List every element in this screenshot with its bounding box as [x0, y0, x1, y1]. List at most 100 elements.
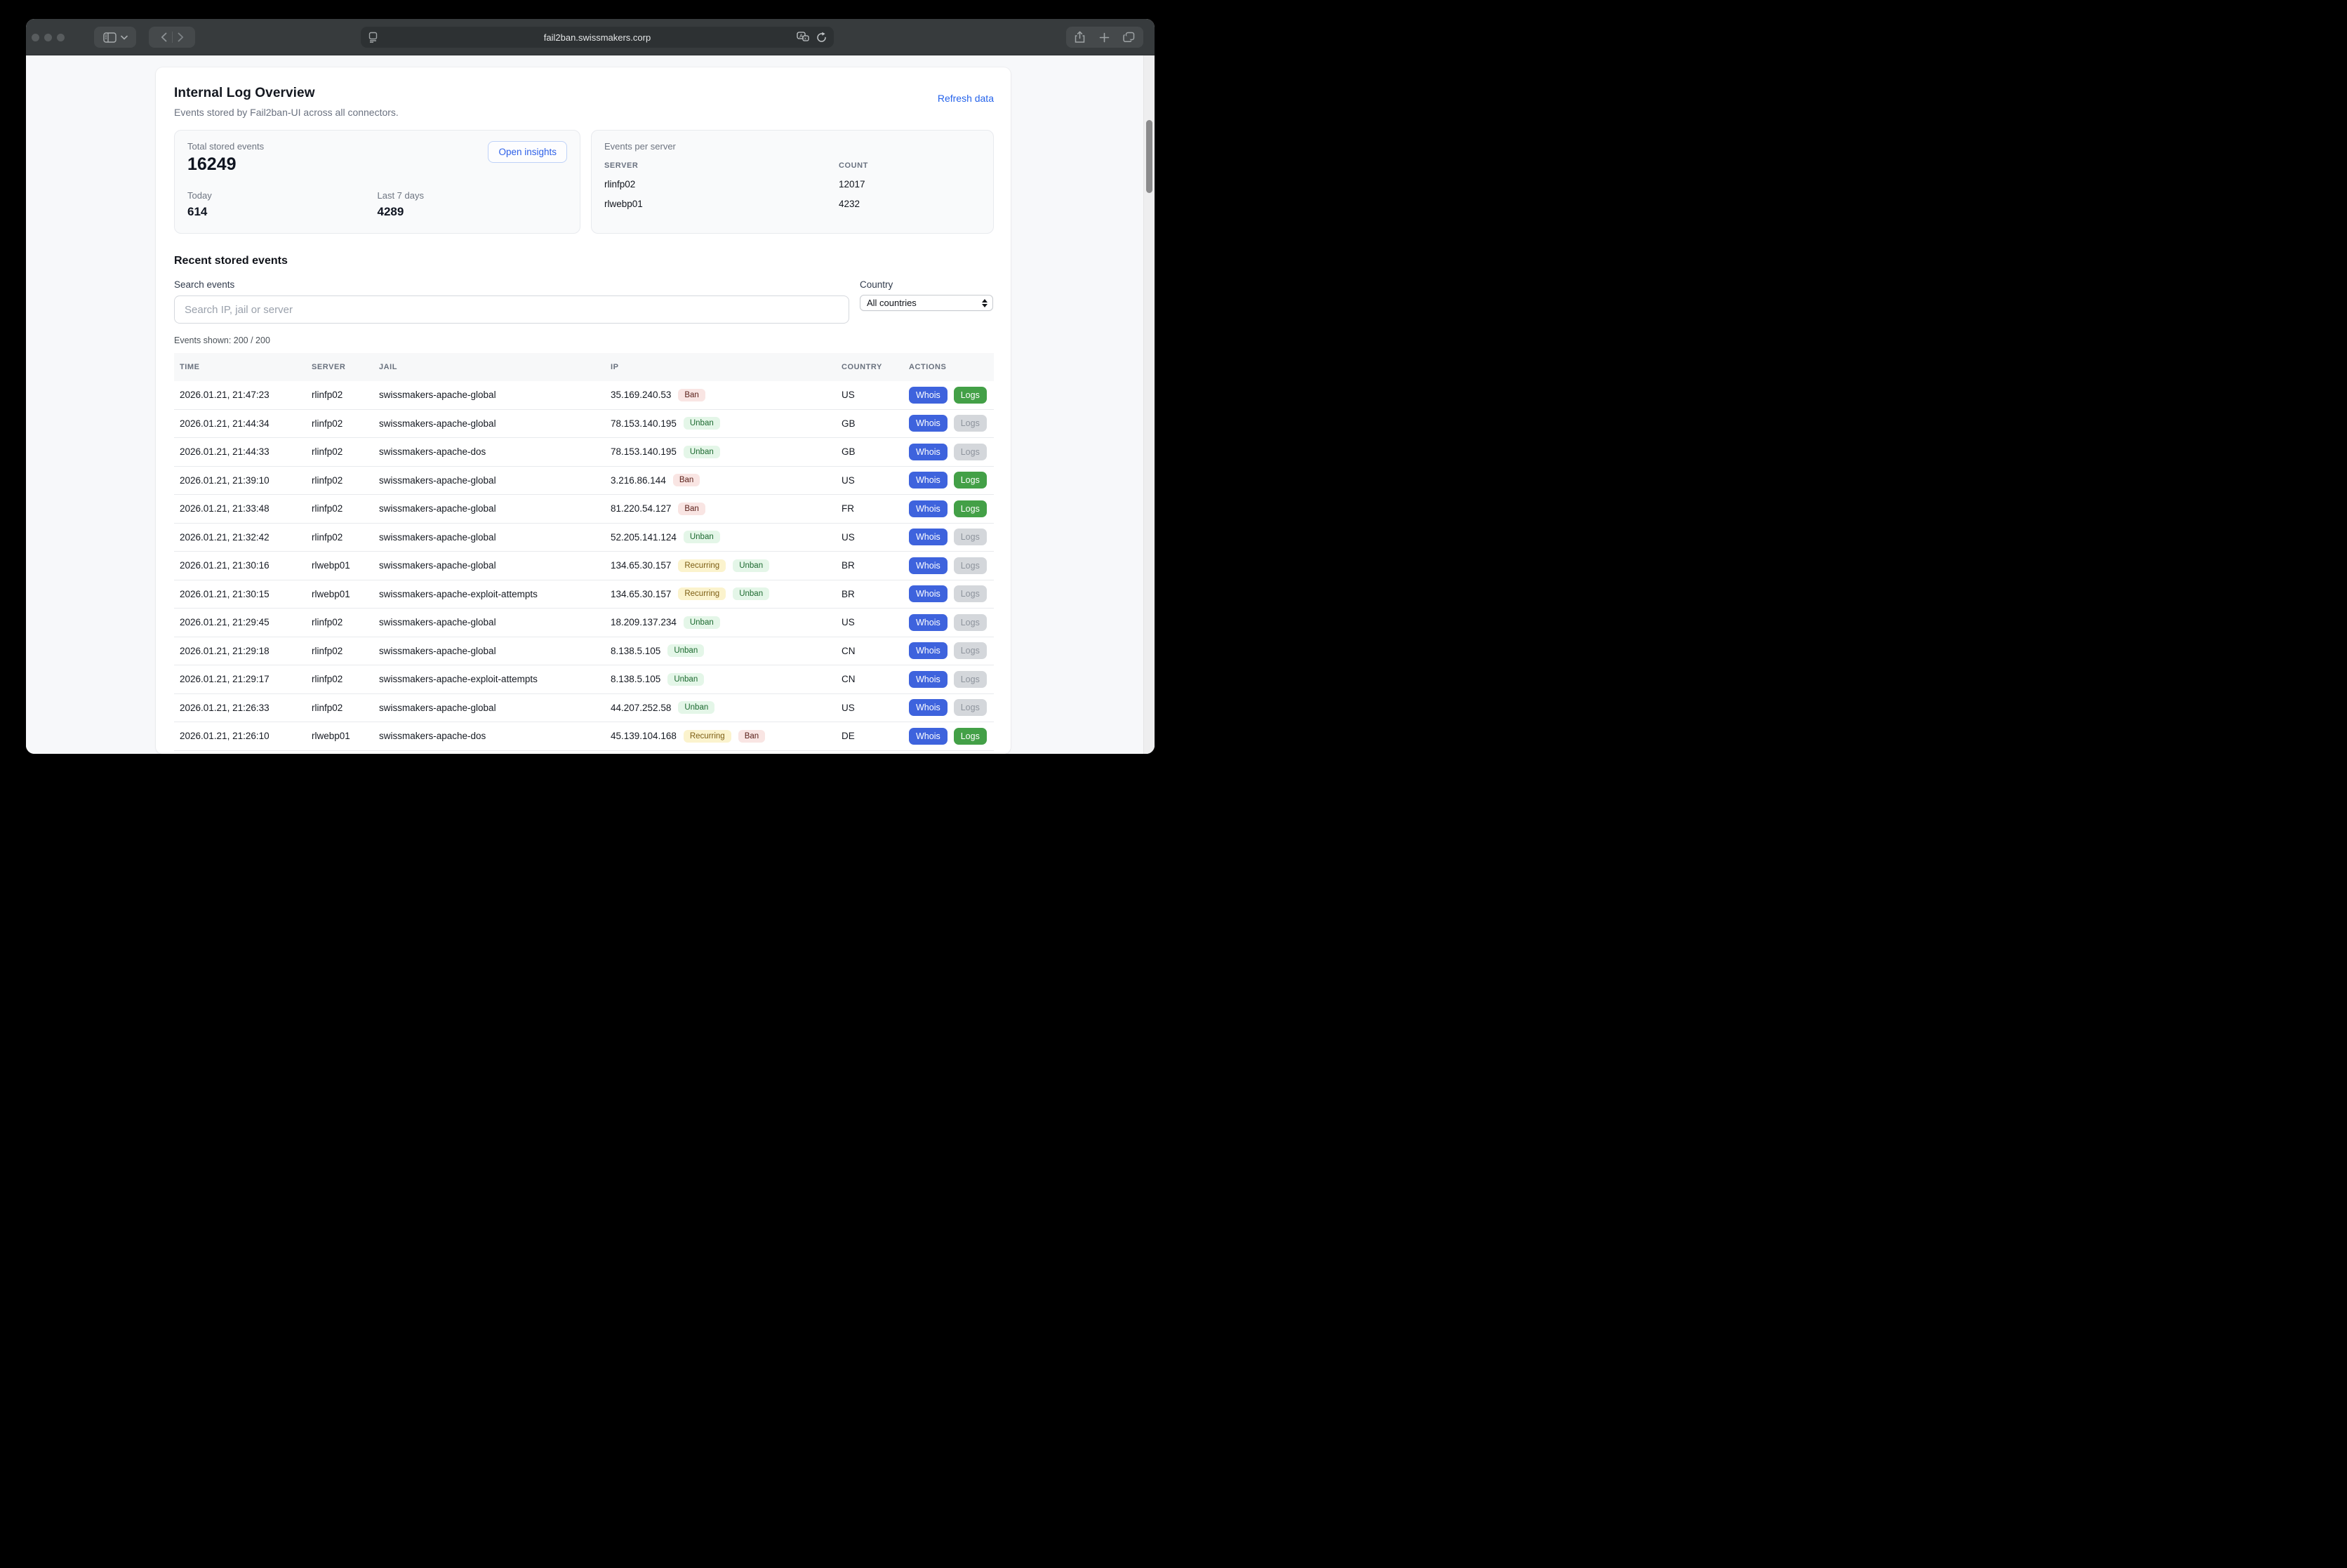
reload-icon[interactable] [816, 32, 827, 43]
event-ip: 8.138.5.105 [611, 674, 660, 684]
event-jail: swissmakers-apache-dos [379, 731, 611, 741]
whois-button[interactable]: Whois [909, 472, 948, 489]
logs-button[interactable]: Logs [954, 699, 987, 716]
search-input[interactable] [174, 295, 849, 324]
forward-button[interactable] [178, 32, 184, 42]
event-ip: 81.220.54.127 [611, 503, 671, 514]
event-jail: swissmakers-apache-global [379, 646, 611, 656]
whois-button[interactable]: Whois [909, 387, 948, 404]
logs-button[interactable]: Logs [954, 387, 987, 404]
translate-icon[interactable]: Ax [797, 32, 809, 43]
toolbar-right-group [1066, 27, 1143, 48]
open-insights-button[interactable]: Open insights [488, 141, 567, 163]
server-count: 12017 [839, 179, 980, 190]
logs-button[interactable]: Logs [954, 500, 987, 517]
events-table-header: TIME SERVER JAIL IP COUNTRY ACTIONS [174, 353, 994, 381]
event-jail: swissmakers-apache-global [379, 418, 611, 429]
event-actions: Whois Logs [909, 557, 994, 574]
event-server: rlinfp02 [312, 390, 379, 400]
window-controls [32, 19, 65, 55]
whois-button[interactable]: Whois [909, 699, 948, 716]
scrollbar-thumb[interactable] [1146, 120, 1152, 193]
sidebar-toggle-button[interactable] [94, 27, 136, 48]
event-jail: swissmakers-apache-global [379, 560, 611, 571]
logs-button[interactable]: Logs [954, 614, 987, 631]
tab-overview-icon[interactable] [1123, 32, 1135, 43]
event-server: rlwebp01 [312, 589, 379, 599]
event-time: 2026.01.21, 21:30:16 [180, 560, 312, 571]
svg-text:A: A [799, 32, 803, 39]
total-events-card: Total stored events 16249 Open insights … [174, 130, 580, 234]
event-actions: Whois Logs [909, 444, 994, 460]
whois-button[interactable]: Whois [909, 529, 948, 545]
col-header-server: SERVER [312, 363, 379, 371]
select-chevrons-icon [982, 299, 988, 307]
logs-button[interactable]: Logs [954, 642, 987, 659]
table-row: 2026.01.21, 21:44:34rlinfp02swissmakers-… [174, 410, 994, 439]
whois-button[interactable]: Whois [909, 728, 948, 745]
refresh-data-link[interactable]: Refresh data [938, 93, 994, 104]
event-ip-cell: 45.139.104.168RecurringBan [611, 730, 842, 743]
logs-button[interactable]: Logs [954, 671, 987, 688]
recurring-badge: Recurring [678, 587, 726, 600]
events-table: TIME SERVER JAIL IP COUNTRY ACTIONS 2026… [174, 353, 994, 751]
total-events-label: Total stored events [187, 141, 264, 152]
recurring-badge: Recurring [684, 730, 731, 743]
zoom-window-button[interactable] [57, 34, 65, 41]
event-ip-cell: 81.220.54.127Ban [611, 503, 842, 515]
recurring-badge: Recurring [678, 559, 726, 572]
event-server: rlinfp02 [312, 446, 379, 457]
event-country: GB [842, 446, 909, 457]
address-bar[interactable]: fail2ban.swissmakers.corp Ax [361, 27, 834, 48]
event-ip: 8.138.5.105 [611, 646, 660, 656]
event-jail: swissmakers-apache-global [379, 532, 611, 543]
event-ip: 134.65.30.157 [611, 560, 671, 571]
event-actions: Whois Logs [909, 472, 994, 489]
country-select-value: All countries [867, 298, 982, 308]
country-select[interactable]: All countries [860, 295, 993, 311]
new-tab-icon[interactable] [1099, 32, 1110, 43]
event-ip-cell: 8.138.5.105 Unban [611, 644, 842, 657]
back-button[interactable] [161, 32, 167, 42]
event-ip: 78.153.140.195 [611, 418, 677, 429]
logs-button[interactable]: Logs [954, 472, 987, 489]
event-server: rlinfp02 [312, 503, 379, 514]
whois-button[interactable]: Whois [909, 415, 948, 432]
whois-button[interactable]: Whois [909, 614, 948, 631]
logs-button[interactable]: Logs [954, 529, 987, 545]
event-jail: swissmakers-apache-global [379, 703, 611, 713]
chevron-down-icon [121, 35, 128, 40]
whois-button[interactable]: Whois [909, 585, 948, 602]
logs-button[interactable]: Logs [954, 728, 987, 745]
last-7-days-label: Last 7 days [378, 190, 568, 201]
event-time: 2026.01.21, 21:26:10 [180, 731, 312, 741]
whois-button[interactable]: Whois [909, 444, 948, 460]
total-events-value: 16249 [187, 154, 264, 175]
unban-badge: Unban [684, 446, 720, 458]
whois-button[interactable]: Whois [909, 671, 948, 688]
close-window-button[interactable] [32, 34, 39, 41]
event-time: 2026.01.21, 21:29:45 [180, 617, 312, 627]
logs-button[interactable]: Logs [954, 585, 987, 602]
event-country: US [842, 703, 909, 713]
unban-badge: Unban [684, 616, 720, 629]
logs-button[interactable]: Logs [954, 415, 987, 432]
event-jail: swissmakers-apache-global [379, 390, 611, 400]
whois-button[interactable]: Whois [909, 500, 948, 517]
scrollbar-track[interactable] [1143, 55, 1155, 754]
table-row: 2026.01.21, 21:32:42rlinfp02swissmakers-… [174, 524, 994, 552]
event-country: US [842, 475, 909, 486]
event-jail: swissmakers-apache-global [379, 503, 611, 514]
share-icon[interactable] [1075, 31, 1085, 44]
logs-button[interactable]: Logs [954, 444, 987, 460]
event-server: rlinfp02 [312, 703, 379, 713]
whois-button[interactable]: Whois [909, 642, 948, 659]
event-ip: 3.216.86.144 [611, 475, 666, 486]
whois-button[interactable]: Whois [909, 557, 948, 574]
event-country: US [842, 390, 909, 400]
minimize-window-button[interactable] [44, 34, 52, 41]
unban-badge: Unban [667, 644, 704, 657]
event-actions: Whois Logs [909, 585, 994, 602]
logs-button[interactable]: Logs [954, 557, 987, 574]
event-actions: Whois Logs [909, 415, 994, 432]
